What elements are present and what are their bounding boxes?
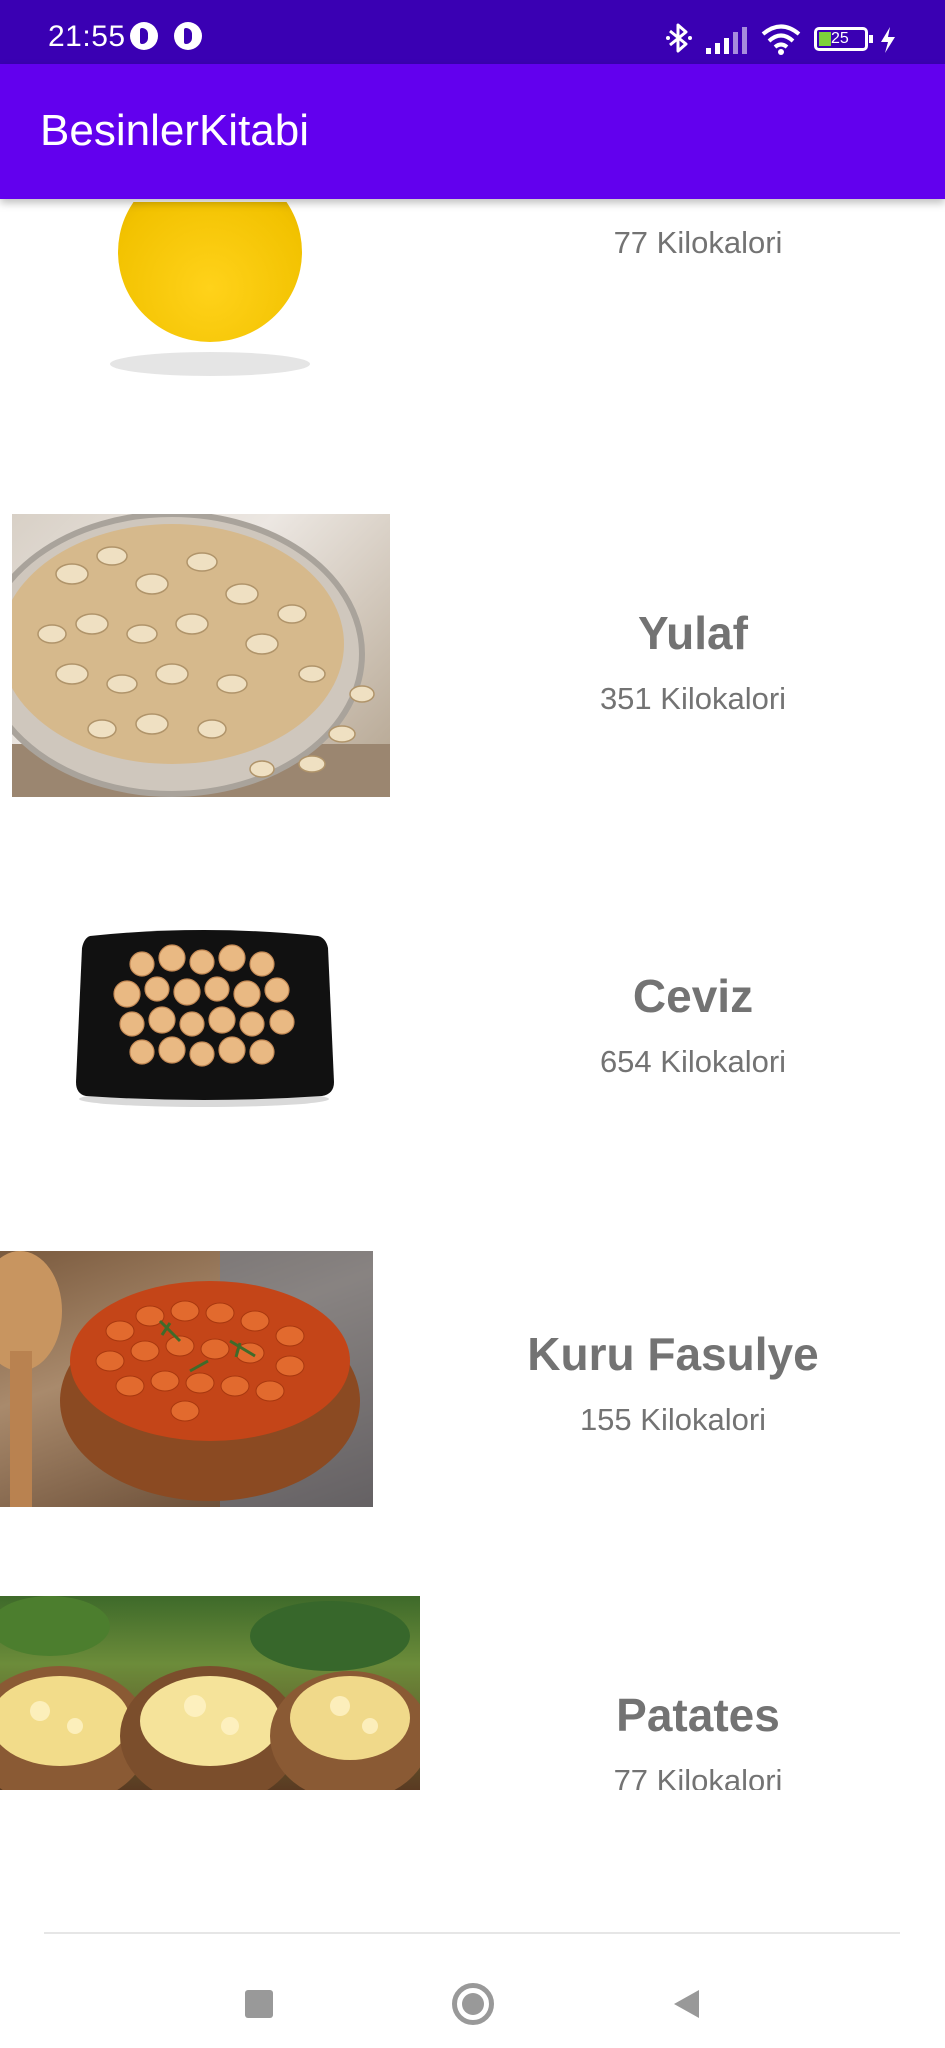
food-image [110,202,310,392]
battery-level: 25 [831,30,849,47]
list-item[interactable]: Ceviz 654 Kilokalori [0,879,945,1162]
food-calories: 77 Kilokalori [613,225,783,260]
signal-icon [706,27,747,54]
food-name: Ceviz [632,970,754,1022]
back-button[interactable] [662,1980,710,2028]
recents-button[interactable] [235,1980,283,2028]
nav-divider [44,1932,900,1934]
list-item[interactable]: Patates 77 Kilokalori [0,1596,945,1790]
notification-icon [130,22,158,50]
food-image [12,514,390,797]
food-name: Kuru Fasulye [527,1328,819,1380]
food-calories: 77 Kilokalori [613,1763,783,1790]
food-list[interactable]: 77 Kilokalori Yulaf 351 Kilokalori Ceviz… [0,199,945,1790]
home-button[interactable] [449,1980,497,2028]
charging-icon [881,27,895,53]
wifi-icon [761,24,801,55]
food-name: Yulaf [638,607,748,659]
food-name: Patates [616,1689,780,1741]
battery-icon: 25 [814,27,873,51]
food-calories: 654 Kilokalori [599,1044,787,1079]
notification-icon [174,22,202,50]
food-calories: 155 Kilokalori [579,1402,767,1437]
food-image [0,1596,420,1790]
food-image [72,924,337,1109]
food-calories: 351 Kilokalori [599,681,787,716]
status-time: 21:55 [48,20,126,53]
bluetooth-icon [666,23,692,53]
app-title: BesinlerKitabi [40,106,310,155]
home-icon [452,1983,494,2025]
list-item[interactable]: 77 Kilokalori [0,199,945,409]
food-image [0,1251,373,1507]
recents-icon [245,1990,273,2018]
status-bar: 21:55 25 [0,0,945,64]
app-bar: BesinlerKitabi [0,64,945,199]
navigation-bar [0,1932,945,2048]
back-icon [674,1990,699,2018]
list-item[interactable]: Yulaf 351 Kilokalori [0,514,945,797]
list-item[interactable]: Kuru Fasulye 155 Kilokalori [0,1251,945,1507]
